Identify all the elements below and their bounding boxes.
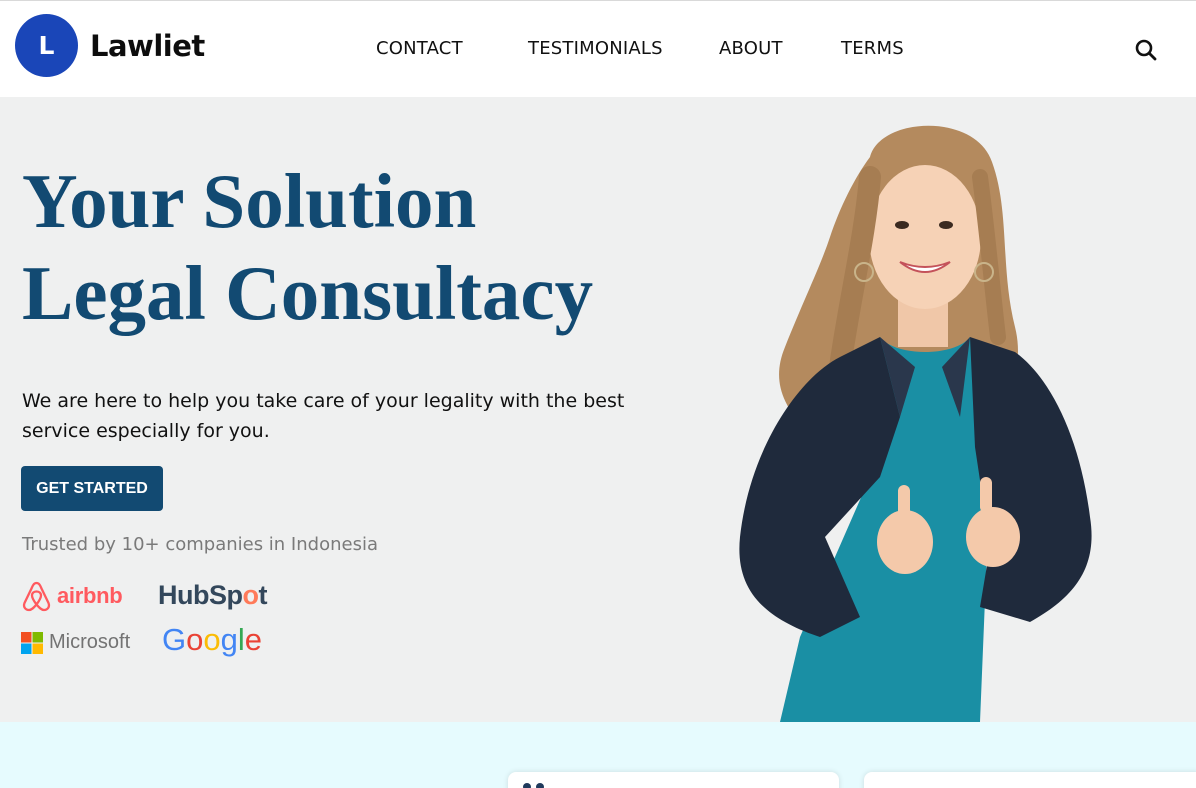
brand-name[interactable]: Lawliet xyxy=(90,29,205,63)
microsoft-icon xyxy=(21,631,43,654)
hero-subcopy: We are here to help you take care of you… xyxy=(22,390,625,442)
feature-card xyxy=(508,772,839,788)
microsoft-logo: Microsoft xyxy=(21,631,130,654)
headline-line-1: Your Solution xyxy=(22,158,477,244)
google-logo: Google xyxy=(162,622,262,658)
get-started-button[interactable]: GET STARTED xyxy=(21,466,163,511)
hubspot-wordmark: HubSpot xyxy=(158,580,268,610)
headline-line-2: Legal Consultacy xyxy=(22,250,594,336)
trusted-by-text: Trusted by 10+ companies in Indonesia xyxy=(22,534,378,555)
hubspot-logo: HubSpot xyxy=(158,580,267,611)
nav-contact[interactable]: CONTACT xyxy=(376,38,463,59)
lawyer-portrait-image xyxy=(739,125,1092,722)
airbnb-wordmark: airbnb xyxy=(57,583,123,608)
site-header: L Lawliet CONTACT TESTIMONIALS ABOUT TER… xyxy=(0,1,1196,97)
nav-about[interactable]: ABOUT xyxy=(719,38,783,59)
logo-letter: L xyxy=(38,31,55,60)
nav-terms[interactable]: TERMS xyxy=(841,38,904,59)
search-icon[interactable] xyxy=(1133,37,1159,63)
hero-section: Your Solution Legal Consultacy We are he… xyxy=(0,97,1196,722)
airbnb-icon xyxy=(22,581,51,612)
nav-testimonials[interactable]: TESTIMONIALS xyxy=(528,38,663,59)
google-wordmark: Google xyxy=(162,622,263,657)
feature-card xyxy=(864,772,1196,788)
features-section xyxy=(0,722,1196,788)
airbnb-logo: airbnb xyxy=(21,580,123,612)
logo-icon[interactable]: L xyxy=(15,14,78,77)
hero-headline: Your Solution Legal Consultacy xyxy=(22,155,593,339)
card-dots-icon xyxy=(523,783,544,788)
microsoft-wordmark: Microsoft xyxy=(49,631,131,653)
